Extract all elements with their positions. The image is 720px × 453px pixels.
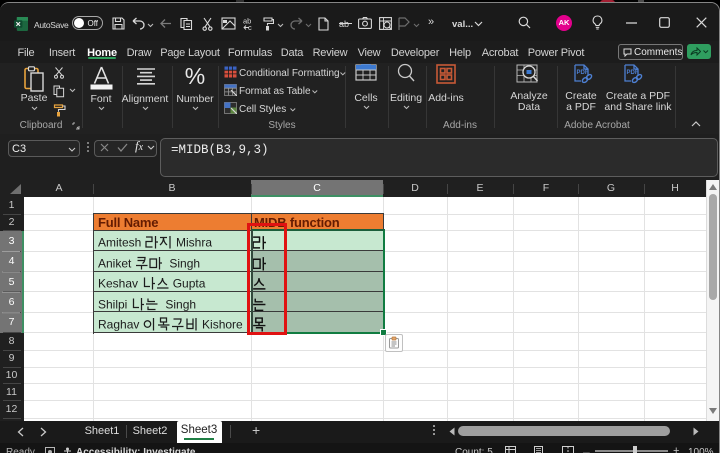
svg-text:PDF: PDF (577, 70, 589, 76)
svg-text:PDF: PDF (627, 70, 639, 76)
svg-text:c: c (248, 23, 252, 31)
